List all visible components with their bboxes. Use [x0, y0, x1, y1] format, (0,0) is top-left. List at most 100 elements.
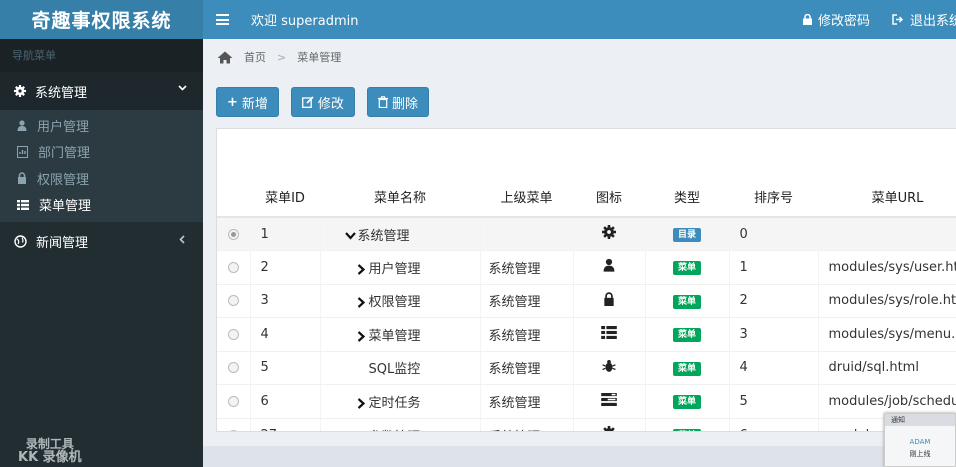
type-badge: 目录 [672, 228, 701, 242]
breadcrumb-home[interactable]: 首页 [244, 49, 266, 65]
cell-icon [573, 216, 646, 251]
table-row[interactable]: 1 系统管理 目录 0 [217, 216, 956, 251]
type-badge: 菜单 [672, 294, 701, 309]
row-radio[interactable] [227, 429, 239, 431]
cell-name: SQL监控 [320, 350, 481, 385]
col-header-type[interactable]: 类型 [645, 177, 729, 218]
cell-icon [573, 350, 646, 385]
toolbar: + 新增 修改 删除 [216, 87, 441, 117]
cell-id: 3 [250, 283, 321, 318]
sidebar-header: 导航菜单 [0, 39, 203, 72]
table-row[interactable]: 3权限管理系统管理 菜单 2modules/sys/role.html [217, 283, 956, 318]
sidebar-item-departments[interactable]: 部门管理 [0, 139, 203, 166]
caret-down-icon[interactable] [344, 232, 356, 240]
caret-right-icon[interactable] [357, 263, 365, 275]
caret-right-icon[interactable] [357, 397, 365, 409]
edit-button[interactable]: 修改 [290, 87, 355, 117]
cell-url: modules/sys/menu.h... [818, 317, 956, 351]
delete-button[interactable]: 删除 [366, 87, 429, 117]
cell-id: 6 [250, 384, 321, 418]
row-select-cell [217, 317, 251, 351]
col-header-icon[interactable]: 图标 [573, 177, 645, 218]
cell-order: 5 [729, 384, 819, 418]
user-icon [17, 120, 27, 131]
sidebar-item-permissions[interactable]: 权限管理 [0, 165, 203, 192]
table-row[interactable]: 6定时任务系统管理菜单5modules/job/schedul... [217, 384, 956, 418]
notification-title: 通知 [885, 414, 955, 426]
cell-name: 定时任务 [320, 384, 481, 418]
row-radio[interactable] [227, 328, 239, 340]
cell-name: 系统管理 [320, 216, 481, 251]
cell-url [818, 216, 956, 251]
row-radio[interactable] [227, 228, 239, 240]
user-icon [603, 259, 615, 276]
row-select-cell [217, 283, 251, 318]
home-icon[interactable] [217, 51, 233, 64]
table-row[interactable]: 2用户管理系统管理 菜单 1modules/sys/user.html [217, 250, 956, 284]
cell-url: modules/sys/user.html [818, 250, 956, 284]
caret-right-icon[interactable] [357, 297, 365, 309]
type-badge: 菜单 [672, 261, 701, 276]
sidebar-toggle-icon[interactable] [216, 14, 230, 25]
col-header-parent[interactable]: 上级菜单 [480, 177, 573, 218]
breadcrumb: 首页 > 菜单管理 [203, 39, 956, 75]
lock-icon [603, 292, 615, 310]
sidebar-item-users[interactable]: 用户管理 [0, 112, 203, 139]
table-row[interactable]: 4菜单管理系统管理 菜单 3modules/sys/menu.h... [217, 317, 956, 351]
type-badge: 菜单 [672, 429, 701, 431]
table-row[interactable]: 27参数管理系统管理菜单6modules/sys/... [217, 417, 956, 433]
list-icon [17, 199, 29, 210]
footer [203, 446, 884, 467]
cell-parent: 系统管理 [480, 417, 574, 431]
cell-id: 2 [250, 250, 321, 284]
row-select-cell [217, 384, 251, 418]
cell-type: 目录 [645, 216, 730, 251]
table-row[interactable]: 5 SQL监控 系统管理 菜单 4 druid/sql.html [217, 350, 956, 385]
cell-id: 5 [250, 350, 321, 385]
menu-table-panel: 菜单ID 菜单名称 上级菜单 图标 类型 排序号 菜单URL 1 系统管理 目录 0 2… [216, 128, 956, 432]
col-header-id[interactable]: 菜单ID [250, 177, 320, 218]
lock-icon [802, 14, 812, 25]
cell-order: 2 [729, 283, 819, 318]
sidebar-item-menus[interactable]: 菜单管理 [0, 192, 203, 219]
col-header-order[interactable]: 排序号 [729, 177, 818, 218]
row-select-cell [217, 350, 251, 385]
cell-id: 27 [250, 417, 321, 431]
cell-id: 1 [250, 216, 321, 251]
cell-name: 权限管理 [320, 283, 481, 318]
bug-icon [602, 359, 616, 377]
edit-icon [301, 96, 314, 108]
sidebar-group-news[interactable]: 新闻管理 [0, 222, 203, 260]
row-radio[interactable] [227, 261, 239, 273]
row-radio[interactable] [227, 295, 239, 307]
sidebar-group-system[interactable]: 系统管理 [0, 72, 203, 110]
change-password-link[interactable]: 修改密码 [802, 10, 870, 29]
logout-link[interactable]: 退出系统 [892, 10, 956, 29]
cell-name: 用户管理 [320, 250, 481, 284]
col-header-name[interactable]: 菜单名称 [320, 177, 480, 218]
caret-right-icon[interactable] [357, 432, 365, 433]
breadcrumb-current: 菜单管理 [297, 51, 342, 64]
cell-parent: 系统管理 [480, 384, 574, 418]
cell-icon [573, 250, 646, 284]
row-radio[interactable] [227, 395, 239, 407]
gear-icon [602, 225, 616, 243]
type-badge: 菜单 [672, 361, 701, 376]
cell-order: 4 [729, 350, 819, 385]
cell-order: 1 [729, 250, 819, 284]
cell-name: 菜单管理 [320, 317, 481, 351]
list-icon [601, 325, 617, 343]
type-badge: 菜单 [672, 395, 701, 410]
tasks-icon [601, 392, 617, 410]
col-header-url[interactable]: 菜单URL [818, 177, 956, 218]
caret-right-icon[interactable] [357, 330, 365, 342]
add-button[interactable]: + 新增 [216, 87, 279, 117]
row-select-cell [217, 417, 251, 431]
table-header-row: 菜单ID 菜单名称 上级菜单 图标 类型 排序号 菜单URL [217, 177, 956, 218]
top-navbar: 欢迎 superadmin 修改密码 退出系统 [203, 0, 956, 39]
notification-popup[interactable]: 通知 ADAM 刚上线 [884, 413, 956, 467]
notification-status: 刚上线 [909, 450, 931, 458]
cell-type: 菜单 [645, 283, 730, 318]
cell-order: 3 [729, 317, 819, 351]
row-radio[interactable] [227, 362, 239, 374]
